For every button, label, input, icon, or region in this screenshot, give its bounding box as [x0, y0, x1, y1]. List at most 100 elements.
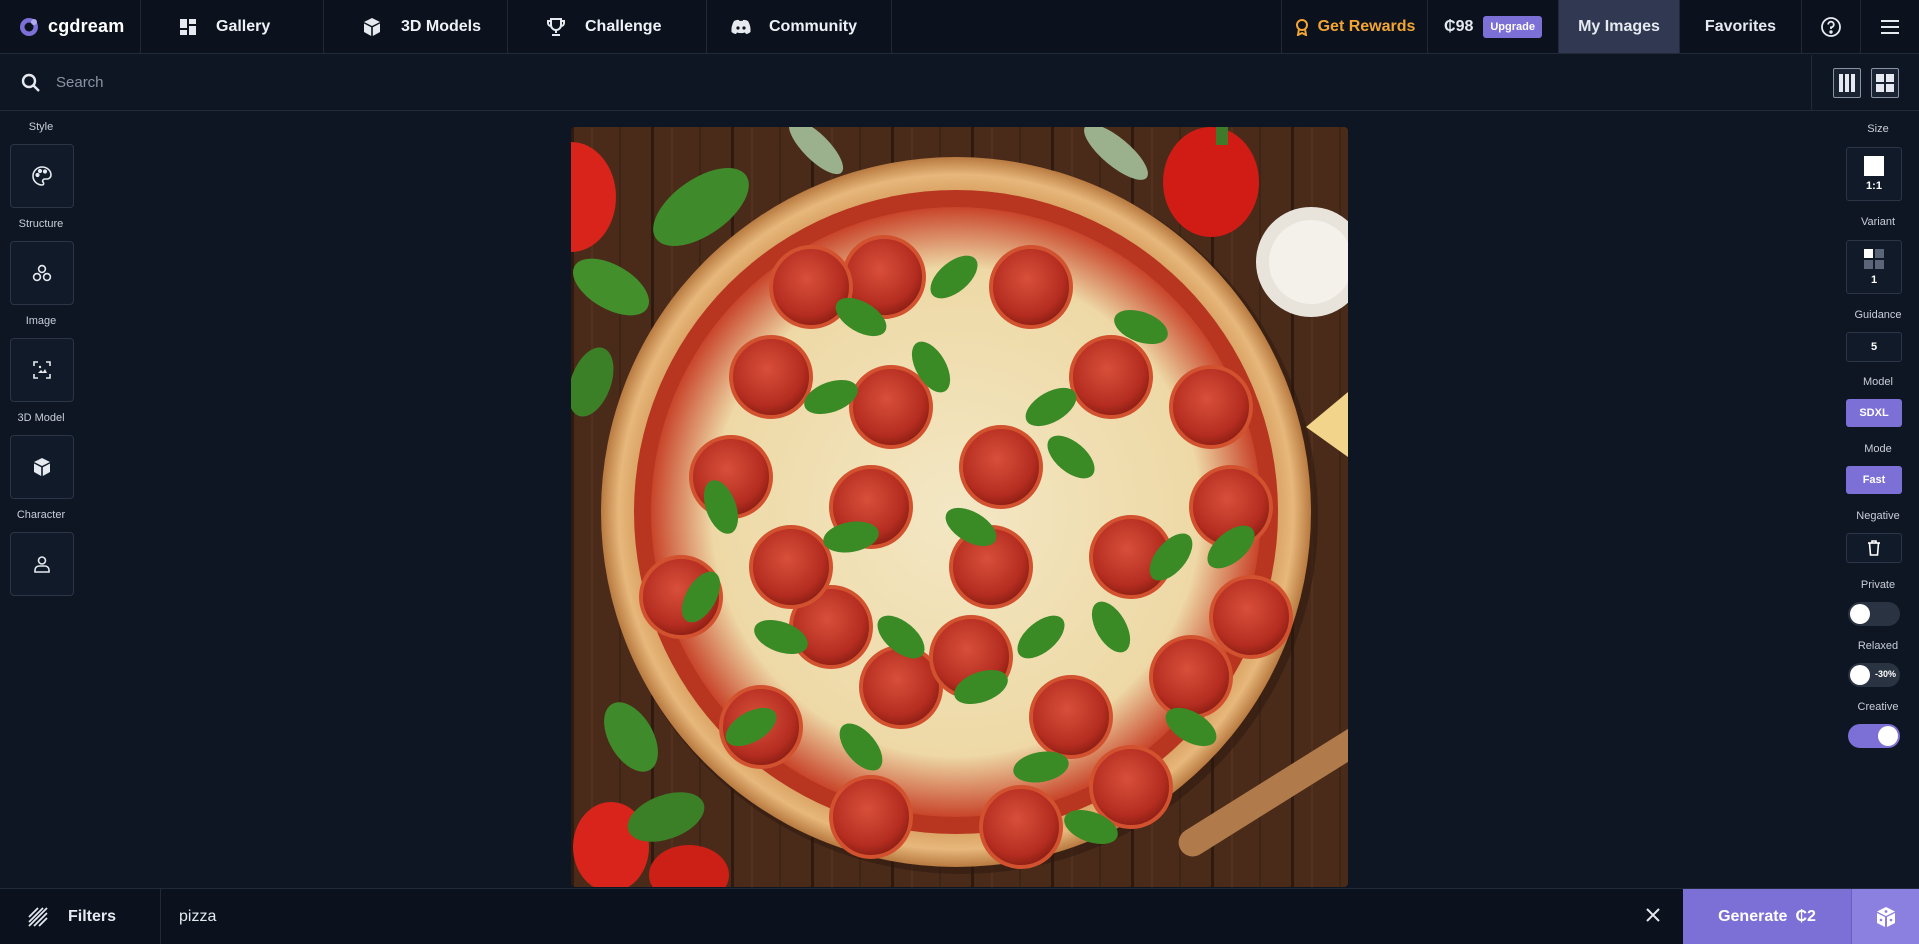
- nav-gallery[interactable]: Gallery: [141, 0, 324, 53]
- 3d-model-label: 3D Model: [17, 412, 65, 424]
- image-label: Image: [25, 315, 57, 327]
- nav-challenge[interactable]: Challenge: [508, 0, 707, 53]
- generate-button[interactable]: Generate ₵2: [1683, 889, 1851, 944]
- credit-coin-icon: ₵: [1444, 17, 1456, 35]
- relaxed-label: Relaxed: [1857, 640, 1899, 652]
- mode-value: Fast: [1862, 474, 1886, 486]
- columns-icon: [1838, 74, 1855, 92]
- generated-image[interactable]: [571, 127, 1348, 887]
- variant-value: 1: [1870, 274, 1878, 286]
- character-label: Character: [16, 509, 66, 521]
- discord-icon: [731, 19, 751, 34]
- private-toggle[interactable]: [1848, 602, 1900, 626]
- prompt-bar: Filters pizza Generate ₵2: [0, 888, 1919, 944]
- generate-cost-value: 2: [1807, 907, 1816, 925]
- filters-button[interactable]: Filters: [0, 889, 161, 944]
- my-images-tab[interactable]: My Images: [1559, 0, 1680, 53]
- layout-toggle-group: [1811, 55, 1919, 111]
- grid-icon: [180, 18, 196, 35]
- nav-3d-models[interactable]: 3D Models: [324, 0, 508, 53]
- navbar-spacer: [892, 0, 1282, 53]
- size-value: 1:1: [1866, 180, 1882, 192]
- cube-icon: [364, 17, 380, 36]
- dice-icon: [1876, 906, 1895, 927]
- generate-cost: ₵2: [1795, 908, 1815, 926]
- logo-text: cgdream: [48, 16, 125, 36]
- negative-prompt-button[interactable]: [1846, 533, 1902, 563]
- help-icon: [1821, 16, 1841, 37]
- model-selector[interactable]: SDXL: [1846, 399, 1902, 427]
- generate-label: Generate: [1718, 907, 1788, 925]
- variant-grid-icon: [1864, 249, 1884, 269]
- search-input[interactable]: [56, 67, 1356, 98]
- model-value: SDXL: [1859, 407, 1889, 419]
- private-toggle-knob: [1850, 604, 1870, 624]
- logo[interactable]: cgdream: [0, 0, 141, 53]
- trophy-icon: [547, 17, 565, 36]
- size-label: Size: [1867, 123, 1889, 135]
- search-icon: [21, 73, 40, 92]
- award-icon: [1295, 18, 1308, 36]
- palette-icon: [32, 166, 52, 186]
- trash-icon: [1868, 540, 1880, 556]
- generate-options-button[interactable]: [1851, 889, 1919, 944]
- my-images-label: My Images: [1578, 17, 1660, 35]
- search-bar: [0, 55, 1919, 111]
- clear-prompt-icon[interactable]: [1645, 907, 1661, 923]
- private-label: Private: [1860, 579, 1896, 591]
- nav-gallery-label: Gallery: [216, 17, 271, 35]
- mode-selector[interactable]: Fast: [1846, 466, 1902, 494]
- character-button[interactable]: [10, 532, 74, 596]
- guidance-label: Guidance: [1854, 309, 1902, 321]
- nav-3d-models-label: 3D Models: [401, 17, 482, 35]
- guidance-value: 5: [1870, 341, 1878, 353]
- help-button[interactable]: [1802, 0, 1861, 53]
- favorites-label: Favorites: [1704, 17, 1777, 35]
- relaxed-discount-tag: -30%: [1874, 669, 1896, 679]
- 3d-model-button[interactable]: [10, 435, 74, 499]
- relaxed-toggle[interactable]: -30%: [1848, 663, 1900, 687]
- nav-challenge-label: Challenge: [585, 17, 662, 35]
- negative-label: Negative: [1856, 510, 1900, 522]
- get-rewards-button[interactable]: Get Rewards: [1282, 0, 1428, 53]
- credits-area: ₵98 Upgrade: [1428, 0, 1559, 53]
- variant-label: Variant: [1860, 216, 1896, 228]
- creative-toggle-knob: [1878, 726, 1898, 746]
- creative-toggle[interactable]: [1848, 724, 1900, 748]
- layout-grid-button[interactable]: [1870, 68, 1899, 98]
- variant-selector[interactable]: 1: [1846, 240, 1902, 294]
- top-navbar: cgdream Gallery 3D Models Challenge Comm…: [0, 0, 1919, 54]
- filters-stripes-icon: [28, 906, 48, 927]
- creative-label: Creative: [1857, 701, 1899, 713]
- relaxed-toggle-knob: [1850, 665, 1870, 685]
- structure-label: Structure: [18, 218, 64, 230]
- square-aspect-icon: [1864, 156, 1884, 176]
- image-scan-icon: [33, 361, 51, 379]
- favorites-tab[interactable]: Favorites: [1680, 0, 1802, 53]
- pizza-image: [571, 127, 1348, 887]
- structure-icon: [32, 264, 52, 282]
- grid-layout-icon: [1875, 74, 1894, 92]
- cgdream-logo-icon: [20, 17, 38, 36]
- structure-button[interactable]: [10, 241, 74, 305]
- menu-button[interactable]: [1861, 0, 1919, 53]
- prompt-text: pizza: [179, 907, 217, 925]
- style-button[interactable]: [10, 144, 74, 208]
- person-icon: [34, 556, 50, 573]
- size-selector[interactable]: 1:1: [1846, 147, 1902, 201]
- nav-community-label: Community: [769, 17, 857, 35]
- style-label: Style: [28, 121, 54, 133]
- mode-label: Mode: [1864, 443, 1892, 455]
- hamburger-menu-icon: [1881, 19, 1899, 34]
- credits-value: 98: [1455, 17, 1474, 35]
- prompt-input[interactable]: pizza: [161, 889, 1683, 944]
- upgrade-button[interactable]: Upgrade: [1483, 15, 1542, 38]
- filters-label: Filters: [68, 907, 117, 925]
- credits-balance: ₵98: [1444, 18, 1473, 36]
- cube-icon: [34, 458, 50, 476]
- guidance-input[interactable]: 5: [1846, 332, 1902, 362]
- image-button[interactable]: [10, 338, 74, 402]
- nav-community[interactable]: Community: [707, 0, 892, 53]
- credit-coin-icon: ₵: [1795, 907, 1808, 925]
- layout-columns-button[interactable]: [1832, 68, 1861, 98]
